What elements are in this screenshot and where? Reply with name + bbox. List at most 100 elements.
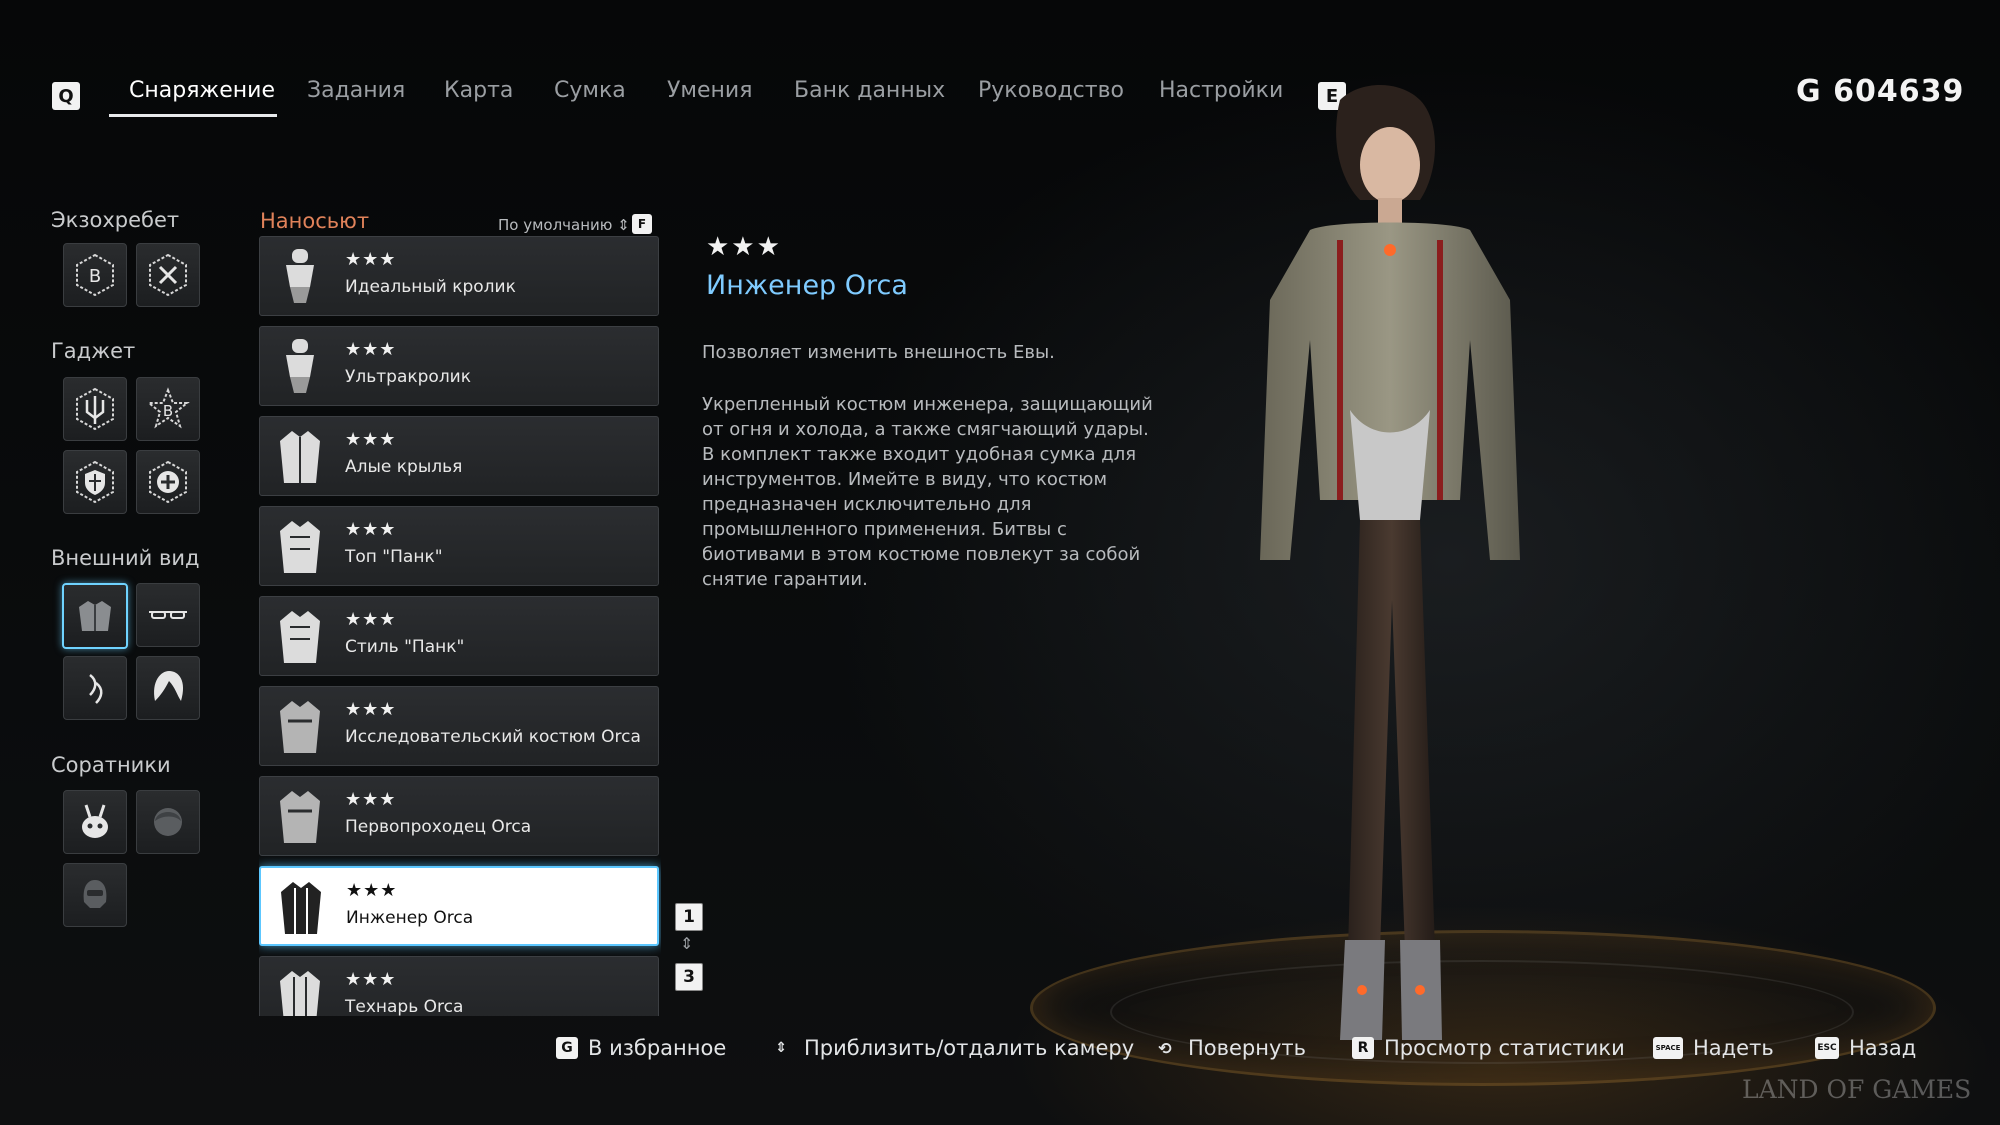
list-item[interactable]: ★★★ Первопроходец Orca: [259, 776, 659, 856]
gadget-slot-2[interactable]: B: [136, 377, 200, 441]
tab-databank[interactable]: Банк данных: [794, 78, 945, 103]
tab-quests[interactable]: Задания: [307, 78, 405, 103]
item-name: Ультракролик: [345, 367, 471, 387]
item-name: Идеальный кролик: [345, 277, 516, 297]
item-rarity: ★★★: [345, 969, 397, 990]
character-model[interactable]: [1220, 80, 1560, 1090]
category-exospine-label: Экзохребет: [51, 208, 180, 232]
page-scroll-icon: ⇕: [680, 934, 694, 953]
appearance-slot-earrings[interactable]: [63, 656, 127, 720]
outfit-icon: [280, 701, 320, 753]
list-item[interactable]: ★★★ Ультракролик: [259, 326, 659, 406]
hint-back[interactable]: ESC Назад: [1815, 1036, 1916, 1060]
watermark: LAND OF GAMES: [1742, 1075, 1972, 1104]
tab-skills[interactable]: Умения: [667, 78, 752, 103]
category-companions-label: Соратники: [51, 753, 171, 777]
gadget-slot-1[interactable]: [63, 377, 127, 441]
hint-equip[interactable]: SPACE Надеть: [1653, 1036, 1774, 1060]
list-item[interactable]: ★★★ Исследовательский костюм Orca: [259, 686, 659, 766]
tab-guide[interactable]: Руководство: [978, 78, 1124, 103]
tab-bag[interactable]: Сумка: [554, 78, 626, 103]
item-rarity: ★★★: [345, 339, 397, 360]
item-rarity: ★★★: [345, 429, 397, 450]
hint-label: Просмотр статистики: [1384, 1036, 1625, 1060]
currency-amount: G 604639: [1796, 74, 1965, 109]
hint-favorite[interactable]: G В избранное: [556, 1036, 726, 1060]
suit-list: ★★★ Идеальный кролик ★★★ Ультракролик ★★…: [259, 236, 661, 1016]
exospine-slot-1[interactable]: B: [63, 243, 127, 307]
list-item[interactable]: ★★★ Идеальный кролик: [259, 236, 659, 316]
glasses-icon: [149, 611, 187, 619]
collar-light: [1384, 244, 1396, 256]
hint-key: SPACE: [1653, 1037, 1683, 1059]
item-name: Алые крылья: [345, 457, 463, 477]
hint-rotate[interactable]: ⟲ Повернуть: [1152, 1036, 1306, 1060]
item-name: Технарь Orca: [345, 997, 464, 1016]
item-rarity: ★★★: [345, 249, 397, 270]
hint-label: Назад: [1849, 1036, 1917, 1060]
list-category-title: Наносьют: [260, 209, 370, 233]
category-appearance-label: Внешний вид: [51, 546, 200, 570]
sort-key[interactable]: F: [632, 214, 652, 234]
hexagon-cross-icon: [149, 253, 187, 297]
outfit-icon: [281, 882, 321, 934]
outfit-icon: [280, 521, 320, 573]
svg-text:B: B: [89, 266, 101, 287]
item-name: Исследовательский костюм Orca: [345, 727, 641, 747]
hint-view-stats[interactable]: R Просмотр статистики: [1352, 1036, 1625, 1060]
list-item[interactable]: ★★★ Алые крылья: [259, 416, 659, 496]
page-up-key[interactable]: 1: [675, 903, 703, 931]
hint-label: Надеть: [1693, 1036, 1774, 1060]
outfit-icon: [280, 971, 320, 1016]
active-tab-underline: [109, 114, 277, 117]
appearance-slot-glasses[interactable]: [136, 583, 200, 647]
face: [1360, 127, 1420, 203]
companion-slot-2[interactable]: [136, 790, 200, 854]
helmet-icon: [83, 880, 107, 908]
item-rarity: ★★★: [345, 519, 397, 540]
gadget-slot-4[interactable]: [136, 450, 200, 514]
hint-label: Повернуть: [1188, 1036, 1307, 1060]
bunny-suit-icon: [286, 249, 314, 303]
hint-key: G: [556, 1037, 578, 1059]
outfit-icon: [280, 611, 320, 663]
gadget-slot-3[interactable]: [63, 450, 127, 514]
outfit-icon: [280, 791, 320, 843]
outfit-icon: [280, 431, 320, 483]
sort-dropdown[interactable]: По умолчанию ⇕: [498, 216, 630, 234]
jacket-icon: [79, 601, 111, 631]
nav-left-key[interactable]: Q: [52, 82, 80, 110]
item-rarity: ★★★: [345, 609, 397, 630]
list-item[interactable]: ★★★ Топ "Панк": [259, 506, 659, 586]
earrings-icon: [89, 674, 103, 704]
boot-light-right: [1415, 985, 1425, 995]
star-b-icon: B: [146, 387, 190, 429]
companion-slot-3[interactable]: [63, 863, 127, 927]
page-down-key[interactable]: 3: [675, 963, 703, 991]
svg-text:B: B: [163, 402, 173, 420]
hint-label: В избранное: [588, 1036, 727, 1060]
exospine-slot-2[interactable]: [136, 243, 200, 307]
tab-map[interactable]: Карта: [444, 78, 513, 103]
item-name: Стиль "Панк": [345, 637, 465, 657]
sort-arrows-icon: ⇕: [617, 216, 630, 234]
appearance-slot-suit[interactable]: [62, 583, 128, 649]
detail-long-description: Укрепленный костюм инженера, защищающий …: [702, 394, 1153, 590]
detail-short-description: Позволяет изменить внешность Евы.: [702, 342, 1055, 363]
list-item[interactable]: ★★★ Стиль "Панк": [259, 596, 659, 676]
hint-zoom-camera[interactable]: ⇕ Приблизить/отдалить камеру: [768, 1036, 1134, 1060]
list-item-selected[interactable]: ★★★ Инженер Orca: [259, 866, 659, 946]
item-name: Инженер Orca: [346, 908, 474, 928]
rabbit-mask-icon: [82, 804, 108, 838]
medkit-icon: [149, 460, 187, 504]
hint-label: Приблизить/отдалить камеру: [804, 1036, 1135, 1060]
detail-rarity: ★★★: [706, 232, 782, 262]
companion-head-icon: [154, 808, 182, 836]
legs: [1348, 520, 1435, 950]
tab-equipment[interactable]: Снаряжение: [129, 78, 275, 103]
sort-label: По умолчанию: [498, 216, 613, 234]
shield-icon: [76, 460, 114, 504]
companion-slot-1[interactable]: [63, 790, 127, 854]
list-item[interactable]: ★★★ Технарь Orca: [259, 956, 659, 1016]
appearance-slot-hair[interactable]: [136, 656, 200, 720]
